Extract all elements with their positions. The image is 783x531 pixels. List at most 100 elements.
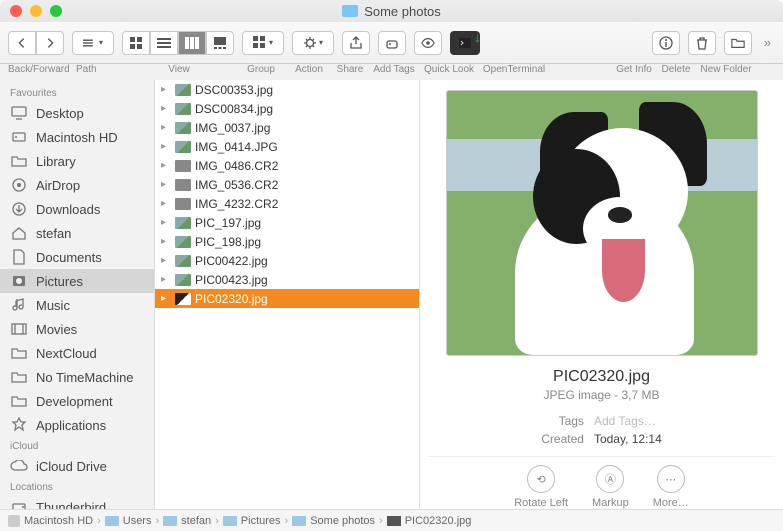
sidebar-item-thunderbird[interactable]: Thunderbird xyxy=(0,495,154,509)
close-window-button[interactable] xyxy=(10,5,22,17)
sidebar-item-desktop[interactable]: Desktop xyxy=(0,101,154,125)
titlebar: Some photos xyxy=(0,0,783,22)
breadcrumb-item[interactable]: Some photos xyxy=(292,515,375,527)
back-button[interactable] xyxy=(8,31,36,55)
music-icon xyxy=(10,297,28,313)
folder-icon xyxy=(10,393,28,409)
file-row[interactable]: ▸PIC00423.jpg xyxy=(155,270,419,289)
file-thumb-icon xyxy=(175,179,191,191)
path-button[interactable]: ▾ xyxy=(72,31,114,55)
file-thumb-icon xyxy=(175,274,191,286)
sidebar-item-music[interactable]: Music xyxy=(0,293,154,317)
breadcrumb-item[interactable]: stefan xyxy=(163,515,211,527)
hd-icon xyxy=(10,129,28,145)
sidebar-item-movies[interactable]: Movies xyxy=(0,317,154,341)
forward-button[interactable] xyxy=(36,31,64,55)
toolbar-overflow-icon[interactable]: » xyxy=(760,35,775,50)
tags-field[interactable]: Add Tags… xyxy=(594,414,662,428)
preview-pane: PIC02320.jpg JPEG image - 3,7 MB Tags Ad… xyxy=(420,80,783,509)
file-row[interactable]: ▸DSC00353.jpg xyxy=(155,80,419,99)
minimize-window-button[interactable] xyxy=(30,5,42,17)
breadcrumb-label: Macintosh HD xyxy=(24,515,93,527)
chevron-right-icon: ▸ xyxy=(161,255,171,266)
back-forward-group xyxy=(8,31,64,55)
chevron-right-icon: › xyxy=(97,515,101,527)
breadcrumb-item[interactable]: PIC02320.jpg xyxy=(387,515,472,527)
view-gallery-button[interactable] xyxy=(206,31,234,55)
sidebar-item-pictures[interactable]: Pictures xyxy=(0,269,154,293)
chevron-right-icon: ▸ xyxy=(161,198,171,209)
sidebar-item-label: No TimeMachine xyxy=(36,370,134,385)
file-row[interactable]: ▸PIC_198.jpg xyxy=(155,232,419,251)
sidebar-item-label: Library xyxy=(36,154,76,169)
view-icon-button[interactable] xyxy=(122,31,150,55)
file-row[interactable]: ▸IMG_4232.CR2 xyxy=(155,194,419,213)
file-thumb-icon xyxy=(175,141,191,153)
add-tags-button[interactable] xyxy=(378,31,406,55)
file-row[interactable]: ▸IMG_0486.CR2 xyxy=(155,156,419,175)
chevron-right-icon: ▸ xyxy=(161,274,171,285)
sidebar-item-label: stefan xyxy=(36,226,71,241)
file-row[interactable]: ▸IMG_0037.jpg xyxy=(155,118,419,137)
sidebar-item-label: Applications xyxy=(36,418,106,433)
share-button[interactable] xyxy=(342,31,370,55)
sidebar-item-macintosh-hd[interactable]: Macintosh HD xyxy=(0,125,154,149)
open-terminal-button[interactable]: ↓ xyxy=(450,31,480,55)
sidebar-item-label: Downloads xyxy=(36,202,100,217)
breadcrumb-item[interactable]: Macintosh HD xyxy=(8,515,93,527)
more-button[interactable]: ⋯More… xyxy=(653,465,689,509)
window-controls xyxy=(0,5,62,17)
sidebar-item-development[interactable]: Development xyxy=(0,389,154,413)
file-thumb-icon xyxy=(175,255,191,267)
sidebar-item-documents[interactable]: Documents xyxy=(0,245,154,269)
tags-label: Tags xyxy=(541,414,584,428)
chevron-right-icon: › xyxy=(379,515,383,527)
breadcrumb-item[interactable]: Pictures xyxy=(223,515,281,527)
window-title: Some photos xyxy=(364,4,441,19)
chevron-right-icon: ▸ xyxy=(161,141,171,152)
view-switcher xyxy=(122,31,234,55)
action-button[interactable]: ▾ xyxy=(292,31,334,55)
file-thumb-icon xyxy=(175,103,191,115)
file-name: PIC02320.jpg xyxy=(195,292,268,306)
delete-button[interactable] xyxy=(688,31,716,55)
view-list-button[interactable] xyxy=(150,31,178,55)
sidebar-item-downloads[interactable]: Downloads xyxy=(0,197,154,221)
file-row[interactable]: ▸IMG_0414.JPG xyxy=(155,137,419,156)
rotate-left-button[interactable]: ⟲Rotate Left xyxy=(514,465,568,509)
file-name: DSC00353.jpg xyxy=(195,83,273,97)
pathbar: Macintosh HD›Users›stefan›Pictures›Some … xyxy=(0,509,783,531)
sidebar-item-label: iCloud Drive xyxy=(36,459,107,474)
airdrop-icon xyxy=(10,177,28,193)
file-column: ▸DSC00353.jpg▸DSC00834.jpg▸IMG_0037.jpg▸… xyxy=(155,80,420,509)
sidebar-item-stefan[interactable]: stefan xyxy=(0,221,154,245)
sidebar-item-icloud-drive[interactable]: iCloud Drive xyxy=(0,454,154,478)
view-column-button[interactable] xyxy=(178,31,206,55)
file-row[interactable]: ▸PIC02320.jpg xyxy=(155,289,419,308)
sidebar-item-applications[interactable]: Applications xyxy=(0,413,154,437)
file-row[interactable]: ▸PIC_197.jpg xyxy=(155,213,419,232)
quick-look-button[interactable] xyxy=(414,31,442,55)
breadcrumb-item[interactable]: Users xyxy=(105,515,152,527)
file-row[interactable]: ▸PIC00422.jpg xyxy=(155,251,419,270)
sidebar-item-library[interactable]: Library xyxy=(0,149,154,173)
breadcrumb-label: PIC02320.jpg xyxy=(405,515,472,527)
file-thumb-icon xyxy=(175,198,191,210)
zoom-window-button[interactable] xyxy=(50,5,62,17)
group-button[interactable]: ▾ xyxy=(242,31,284,55)
created-value: Today, 12:14 xyxy=(594,432,662,446)
sidebar-item-airdrop[interactable]: AirDrop xyxy=(0,173,154,197)
file-thumb-icon xyxy=(175,122,191,134)
file-thumb-icon xyxy=(175,236,191,248)
sidebar-item-no-timemachine[interactable]: No TimeMachine xyxy=(0,365,154,389)
markup-button[interactable]: ⒶMarkup xyxy=(592,465,629,509)
get-info-button[interactable] xyxy=(652,31,680,55)
downloads-icon xyxy=(10,201,28,217)
new-folder-button[interactable] xyxy=(724,31,752,55)
sidebar-item-nextcloud[interactable]: NextCloud xyxy=(0,341,154,365)
sidebar-section-header: iCloud xyxy=(0,437,154,454)
file-row[interactable]: ▸IMG_0536.CR2 xyxy=(155,175,419,194)
sidebar: FavouritesDesktopMacintosh HDLibraryAirD… xyxy=(0,80,155,509)
file-row[interactable]: ▸DSC00834.jpg xyxy=(155,99,419,118)
toolbar-labels: Back/Forward Path View Group Action Shar… xyxy=(0,64,783,80)
